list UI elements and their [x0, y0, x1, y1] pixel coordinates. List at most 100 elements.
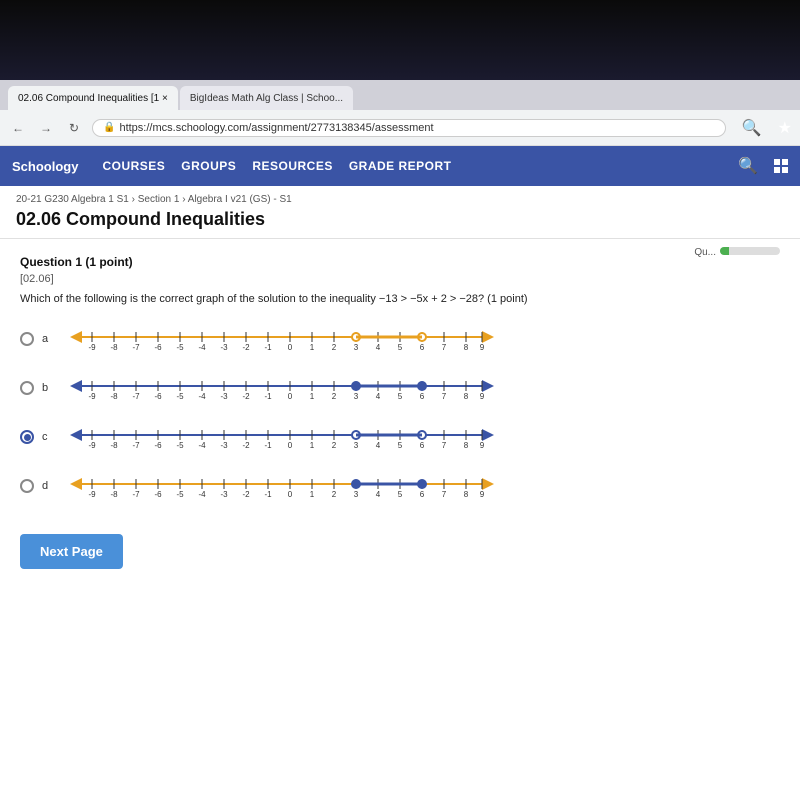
svg-text:8: 8 [464, 490, 469, 499]
svg-text:-5: -5 [176, 343, 184, 352]
svg-text:-6: -6 [154, 490, 162, 499]
svg-text:-5: -5 [176, 392, 184, 401]
main-content: Qu... Question 1 (1 point) [02.06] Which… [0, 239, 800, 800]
address-bar: ← → ↻ 🔒 https://mcs.schoology.com/assign… [0, 110, 800, 146]
svg-text:-1: -1 [264, 441, 272, 450]
svg-text:-3: -3 [220, 441, 228, 450]
svg-text:7: 7 [442, 343, 447, 352]
svg-text:-7: -7 [132, 392, 140, 401]
svg-text:-2: -2 [242, 343, 250, 352]
progress-indicator [720, 247, 780, 255]
number-line-c: -9 -8 -7 -6 -5 -4 -3 -2 -1 0 1 2 [62, 420, 780, 455]
screen-bezel [0, 0, 800, 80]
svg-text:-7: -7 [132, 441, 140, 450]
radio-c[interactable] [20, 430, 34, 444]
page-title: 02.06 Compound Inequalities [0, 207, 800, 239]
refresh-button[interactable]: ↻ [64, 118, 84, 138]
svg-text:7: 7 [442, 490, 447, 499]
svg-text:4: 4 [376, 441, 381, 450]
site-logo: Schoology [12, 159, 78, 174]
progress-label: Qu... [694, 247, 716, 258]
svg-text:3: 3 [354, 392, 359, 401]
svg-text:6: 6 [420, 441, 425, 450]
radio-b[interactable] [20, 381, 34, 395]
svg-text:1: 1 [310, 441, 315, 450]
svg-text:4: 4 [376, 343, 381, 352]
label-c: c [42, 431, 54, 443]
search-nav-icon[interactable]: 🔍 [738, 156, 758, 176]
svg-text:-2: -2 [242, 490, 250, 499]
label-d: d [42, 480, 54, 492]
svg-text:-3: -3 [220, 490, 228, 499]
svg-text:2: 2 [332, 392, 337, 401]
number-line-d: -9 -8 -7 -6 -5 -4 -3 -2 -1 0 1 2 [62, 469, 780, 504]
option-c[interactable]: c -9 - [20, 420, 780, 455]
nav-groups[interactable]: GROUPS [181, 159, 236, 173]
svg-text:-1: -1 [264, 392, 272, 401]
svg-text:-1: -1 [264, 343, 272, 352]
option-b[interactable]: b -9 - [20, 371, 780, 406]
grid-icon[interactable] [774, 159, 788, 173]
svg-text:-6: -6 [154, 441, 162, 450]
lock-icon: 🔒 [103, 122, 115, 133]
label-a: a [42, 333, 54, 345]
svg-text:5: 5 [398, 441, 403, 450]
option-d[interactable]: d -9 - [20, 469, 780, 504]
browser-window: 02.06 Compound Inequalities [1 × BigIdea… [0, 80, 800, 800]
svg-text:-8: -8 [110, 392, 118, 401]
svg-text:0: 0 [288, 490, 293, 499]
search-icon[interactable]: 🔍 [742, 118, 762, 138]
svg-text:6: 6 [420, 490, 425, 499]
svg-text:5: 5 [398, 343, 403, 352]
inactive-tab[interactable]: BigIdeas Math Alg Class | Schoo... [180, 86, 353, 110]
svg-text:-9: -9 [88, 490, 96, 499]
svg-text:-9: -9 [88, 392, 96, 401]
svg-text:-8: -8 [110, 490, 118, 499]
nav-grade-report[interactable]: GRADE REPORT [349, 159, 452, 173]
svg-text:0: 0 [288, 392, 293, 401]
number-line-a: -9 -8 -7 -6 -5 -4 -3 [62, 322, 780, 357]
svg-text:6: 6 [420, 392, 425, 401]
svg-text:2: 2 [332, 441, 337, 450]
forward-button[interactable]: → [36, 118, 56, 138]
nav-courses[interactable]: COURSES [102, 159, 165, 173]
svg-text:5: 5 [398, 392, 403, 401]
svg-text:1: 1 [310, 343, 315, 352]
number-line-b: -9 -8 -7 -6 -5 -4 -3 -2 -1 0 1 2 [62, 371, 780, 406]
next-page-button[interactable]: Next Page [20, 534, 123, 569]
svg-text:4: 4 [376, 490, 381, 499]
svg-text:-6: -6 [154, 343, 162, 352]
svg-text:2: 2 [332, 490, 337, 499]
svg-text:7: 7 [442, 392, 447, 401]
question-text: Which of the following is the correct gr… [20, 291, 780, 308]
url-bar[interactable]: 🔒 https://mcs.schoology.com/assignment/2… [92, 119, 726, 137]
svg-text:-4: -4 [198, 392, 206, 401]
radio-a[interactable] [20, 332, 34, 346]
svg-text:8: 8 [464, 392, 469, 401]
svg-text:-9: -9 [88, 343, 96, 352]
nav-resources[interactable]: RESOURCES [252, 159, 333, 173]
back-button[interactable]: ← [8, 118, 28, 138]
page-content: 20-21 G230 Algebra 1 S1 › Section 1 › Al… [0, 186, 800, 800]
svg-text:2: 2 [332, 343, 337, 352]
svg-text:3: 3 [354, 441, 359, 450]
svg-text:-3: -3 [220, 392, 228, 401]
svg-text:-4: -4 [198, 490, 206, 499]
active-tab[interactable]: 02.06 Compound Inequalities [1 × [8, 86, 178, 110]
svg-text:9: 9 [480, 490, 485, 499]
svg-text:0: 0 [288, 343, 293, 352]
option-a[interactable]: a [20, 322, 780, 357]
active-tab-label: 02.06 Compound Inequalities [1 × [18, 93, 168, 104]
question-tag: [02.06] [20, 273, 780, 285]
svg-text:-7: -7 [132, 490, 140, 499]
nav-bar: Schoology COURSES GROUPS RESOURCES GRADE… [0, 146, 800, 186]
svg-text:3: 3 [354, 490, 359, 499]
svg-text:9: 9 [480, 392, 485, 401]
svg-text:9: 9 [480, 441, 485, 450]
svg-text:-4: -4 [198, 441, 206, 450]
radio-d[interactable] [20, 479, 34, 493]
svg-text:4: 4 [376, 392, 381, 401]
svg-text:3: 3 [354, 343, 359, 352]
bookmark-icon[interactable]: ★ [778, 118, 792, 138]
url-text: https://mcs.schoology.com/assignment/277… [119, 122, 433, 134]
